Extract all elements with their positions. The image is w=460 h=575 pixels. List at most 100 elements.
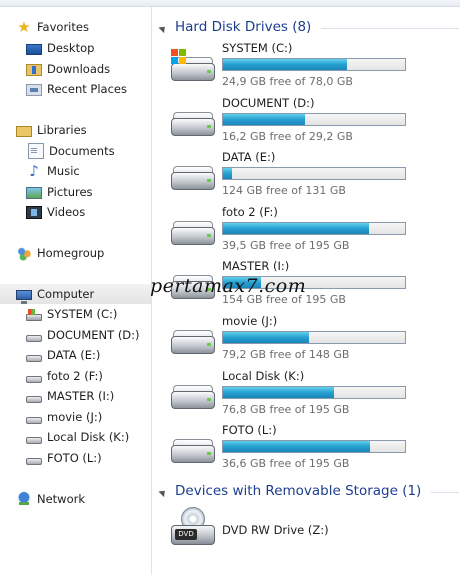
nav-item-pictures[interactable]: Pictures xyxy=(0,182,151,202)
pictures-icon xyxy=(26,187,42,199)
drive-name: FOTO (L:) xyxy=(222,423,277,437)
nav-libraries[interactable]: Libraries xyxy=(0,120,151,140)
drive-led xyxy=(207,234,211,237)
drive-name: DATA (E:) xyxy=(222,150,276,164)
drive-icon xyxy=(26,457,42,465)
homegroup-icon xyxy=(16,245,32,261)
dvd-drive-item[interactable]: DVD DVD RW Drive (Z:) xyxy=(167,507,457,555)
nav-item-label: MASTER (I:) xyxy=(47,389,115,403)
drive-led xyxy=(207,452,211,455)
drive-name: foto 2 (F:) xyxy=(222,205,278,219)
collapse-arrow-icon[interactable] xyxy=(158,23,168,33)
drive-led xyxy=(207,125,211,128)
star-icon: ★ xyxy=(17,18,31,36)
drive-free-space: 124 GB free of 131 GB xyxy=(222,184,346,197)
nav-item-drive-k[interactable]: Local Disk (K:) xyxy=(0,427,151,447)
logo-tile xyxy=(179,57,186,64)
dvd-drive-icon: DVD xyxy=(169,507,217,553)
drive-usage-fill xyxy=(223,114,305,125)
drive-name: DOCUMENT (D:) xyxy=(222,96,315,110)
nav-item-label: DOCUMENT (D:) xyxy=(47,328,140,342)
drive-item[interactable]: movie (J:) 79,2 GB free of 148 GB xyxy=(167,314,457,366)
nav-item-label: Pictures xyxy=(47,185,93,199)
drive-item[interactable]: foto 2 (F:) 39,5 GB free of 195 GB xyxy=(167,205,457,257)
nav-item-desktop[interactable]: Desktop xyxy=(0,38,151,58)
nav-item-music[interactable]: ♪ Music xyxy=(0,161,151,181)
desktop-icon xyxy=(26,43,42,55)
nav-item-label: Documents xyxy=(49,144,115,158)
drive-icon xyxy=(169,164,217,194)
drive-free-space: 36,6 GB free of 195 GB xyxy=(222,457,350,470)
document-icon xyxy=(28,143,44,159)
removable-group-title: Devices with Removable Storage (1) xyxy=(175,483,422,499)
logo-tile xyxy=(171,57,178,64)
drive-led xyxy=(207,343,211,346)
drive-item[interactable]: SYSTEM (C:) 24,9 GB free of 78,0 GB xyxy=(167,41,457,93)
nav-item-drive-f[interactable]: foto 2 (F:) xyxy=(0,366,151,386)
navigation-pane: ★ Favorites Desktop Downloads Recent Pla… xyxy=(0,7,152,575)
network-icon xyxy=(16,491,32,507)
drive-icon xyxy=(169,219,217,249)
dvd-badge: DVD xyxy=(175,529,197,540)
nav-item-drive-i[interactable]: MASTER (I:) xyxy=(0,386,151,406)
watermark-text: pertamax7.com xyxy=(150,275,307,297)
drive-icon xyxy=(26,375,42,383)
drive-usage-fill xyxy=(223,168,233,179)
logo-tile xyxy=(171,49,178,56)
drive-icon xyxy=(26,436,42,444)
hard-disk-group-title: Hard Disk Drives (8) xyxy=(175,19,312,35)
drive-usage-bar xyxy=(222,386,406,399)
drive-item[interactable]: DATA (E:) 124 GB free of 131 GB xyxy=(167,150,457,202)
nav-homegroup[interactable]: Homegroup xyxy=(0,243,151,263)
nav-item-videos[interactable]: Videos xyxy=(0,202,151,222)
drive-icon xyxy=(26,334,42,342)
nav-item-drive-d[interactable]: DOCUMENT (D:) xyxy=(0,325,151,345)
nav-item-label: FOTO (L:) xyxy=(47,451,102,465)
drive-usage-bar xyxy=(222,331,406,344)
nav-item-label: Local Disk (K:) xyxy=(47,430,130,444)
nav-item-documents[interactable]: Documents xyxy=(0,141,151,161)
drive-led xyxy=(207,398,211,401)
window-top-edge xyxy=(0,0,460,7)
nav-item-label: Music xyxy=(47,164,80,178)
drive-icon xyxy=(26,354,42,362)
nav-item-label: Desktop xyxy=(47,41,95,55)
drive-icon xyxy=(169,437,217,467)
drive-free-space: 79,2 GB free of 148 GB xyxy=(222,348,350,361)
drive-name: SYSTEM (C:) xyxy=(222,41,293,55)
nav-item-drive-c[interactable]: SYSTEM (C:) xyxy=(0,304,151,324)
drive-item[interactable]: DOCUMENT (D:) 16,2 GB free of 29,2 GB xyxy=(167,96,457,148)
libraries-icon xyxy=(16,126,32,137)
drive-name: Local Disk (K:) xyxy=(222,369,305,383)
drive-item[interactable]: FOTO (L:) 36,6 GB free of 195 GB xyxy=(167,423,457,475)
nav-favorites[interactable]: ★ Favorites xyxy=(0,17,151,37)
drive-free-space: 16,2 GB free of 29,2 GB xyxy=(222,130,353,143)
nav-item-label: foto 2 (F:) xyxy=(47,369,103,383)
drive-usage-fill xyxy=(223,332,309,343)
nav-item-recent-places[interactable]: Recent Places xyxy=(0,79,151,99)
drive-item[interactable]: Local Disk (K:) 76,8 GB free of 195 GB xyxy=(167,369,457,421)
windows-logo-icon xyxy=(171,49,187,65)
nav-item-downloads[interactable]: Downloads xyxy=(0,59,151,79)
computer-icon xyxy=(16,290,32,304)
nav-item-label: Videos xyxy=(47,205,86,219)
drive-led xyxy=(207,70,211,73)
drive-usage-fill xyxy=(223,59,347,70)
nav-network[interactable]: Network xyxy=(0,489,151,509)
nav-item-drive-e[interactable]: DATA (E:) xyxy=(0,345,151,365)
recent-places-icon xyxy=(26,84,42,96)
nav-computer-label: Computer xyxy=(37,287,95,301)
nav-item-drive-j[interactable]: movie (J:) xyxy=(0,407,151,427)
nav-item-label: Recent Places xyxy=(47,82,127,96)
nav-homegroup-label: Homegroup xyxy=(37,246,105,260)
nav-item-drive-l[interactable]: FOTO (L:) xyxy=(0,448,151,468)
drive-name: MASTER (I:) xyxy=(222,259,290,273)
drive-name: movie (J:) xyxy=(222,314,278,328)
hard-disk-group-header[interactable]: Hard Disk Drives (8) xyxy=(158,17,459,37)
nav-network-label: Network xyxy=(37,492,86,506)
nav-computer[interactable]: Computer xyxy=(0,284,151,304)
music-icon: ♪ xyxy=(29,162,39,180)
nav-item-label: SYSTEM (C:) xyxy=(47,307,118,321)
removable-group-header[interactable]: Devices with Removable Storage (1) xyxy=(158,481,459,501)
collapse-arrow-icon[interactable] xyxy=(158,487,168,497)
